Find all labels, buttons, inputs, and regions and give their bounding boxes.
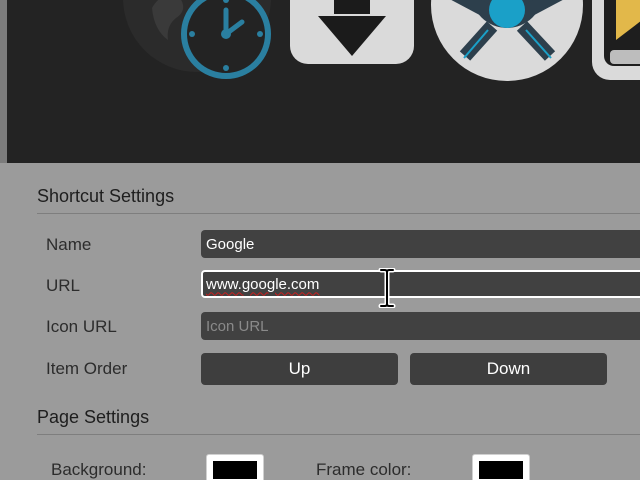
hub-network-icon (431, 0, 583, 81)
left-scroll-strip (0, 0, 7, 163)
name-label: Name (46, 235, 92, 254)
frame-color-picker[interactable] (472, 454, 530, 480)
download-arrow-icon (290, 0, 414, 64)
frame-color-swatch (479, 461, 523, 479)
shortcut-tile-clock[interactable] (122, 0, 277, 82)
partial-yellow-icon (592, 0, 640, 80)
url-input-value: www.google.com (206, 275, 320, 293)
section-divider (37, 434, 640, 435)
move-up-button[interactable]: Up (201, 353, 398, 385)
url-label: URL (46, 276, 81, 295)
shortcut-tile-hub[interactable] (430, 0, 586, 84)
settings-panel: Shortcut Settings Name Google URL www.go… (0, 163, 640, 480)
shortcut-tile-folder[interactable] (590, 0, 640, 82)
frame-color-label: Frame color: (316, 460, 412, 479)
shortcut-grid (0, 0, 640, 163)
icon-url-placeholder: Icon URL (206, 317, 269, 335)
url-input[interactable]: www.google.com (201, 270, 640, 298)
move-down-button[interactable]: Down (410, 353, 607, 385)
section-divider (37, 213, 640, 214)
globe-clock-icon (123, 0, 271, 79)
item-order-label: Item Order (46, 359, 128, 378)
background-label: Background: (51, 460, 147, 479)
icon-url-label: Icon URL (46, 317, 117, 336)
background-color-picker[interactable] (206, 454, 264, 480)
shortcut-tile-download[interactable] (290, 0, 416, 66)
shortcut-settings-title: Shortcut Settings (37, 186, 175, 206)
name-input[interactable]: Google (201, 230, 640, 258)
background-color-swatch (213, 461, 257, 479)
page-settings-title: Page Settings (37, 407, 150, 427)
icon-url-input[interactable]: Icon URL (201, 312, 640, 340)
text-cursor-icon (378, 267, 396, 313)
name-input-value: Google (206, 235, 255, 253)
